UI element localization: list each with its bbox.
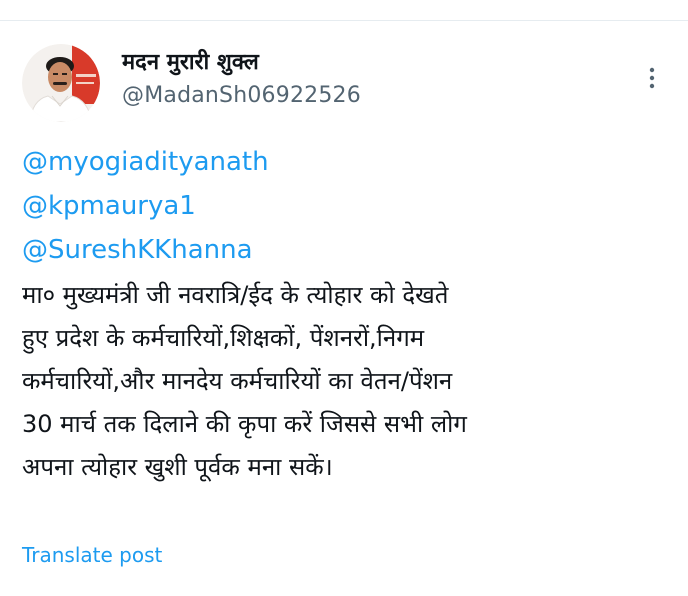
post-body-line: कर्मचारियों,और मानदेय कर्मचारियों का वेत… xyxy=(22,367,453,395)
mention-link[interactable]: @SureshKKhanna xyxy=(22,228,662,272)
post-body-line: अपना त्योहार खुशी पूर्वक मना सकें। xyxy=(22,453,333,481)
author-display-name[interactable]: मदन मुरारी शुक्ल xyxy=(122,48,602,78)
post-view: मदन मुरारी शुक्ल @MadanSh06922526 @myogi… xyxy=(0,0,688,596)
top-divider xyxy=(0,20,688,21)
avatar[interactable] xyxy=(22,44,100,122)
post-body-line: मा० मुख्यमंत्री जी नवरात्रि/ईद के त्योहा… xyxy=(22,281,449,309)
post-header: मदन मुरारी शुक्ल @MadanSh06922526 xyxy=(122,48,602,112)
post-body-line: हुए प्रदेश के कर्मचारियों,शिक्षकों, पेंश… xyxy=(22,324,425,352)
translate-post-link[interactable]: Translate post xyxy=(22,540,162,570)
mention-link[interactable]: @myogiadityanath xyxy=(22,140,662,184)
author-handle[interactable]: @MadanSh06922526 xyxy=(122,80,602,112)
mention-link[interactable]: @kpmaurya1 xyxy=(22,184,662,228)
mentions-list: @myogiadityanath @kpmaurya1 @SureshKKhan… xyxy=(22,140,662,272)
more-options-button[interactable] xyxy=(638,60,666,96)
vertical-ellipsis-icon xyxy=(649,67,655,89)
post-body: मा० मुख्यमंत्री जी नवरात्रि/ईद के त्योहा… xyxy=(22,274,682,489)
post-body-line: 30 मार्च तक दिलाने की कृपा करें जिससे सभ… xyxy=(22,410,467,438)
profile-photo-icon xyxy=(22,44,100,122)
